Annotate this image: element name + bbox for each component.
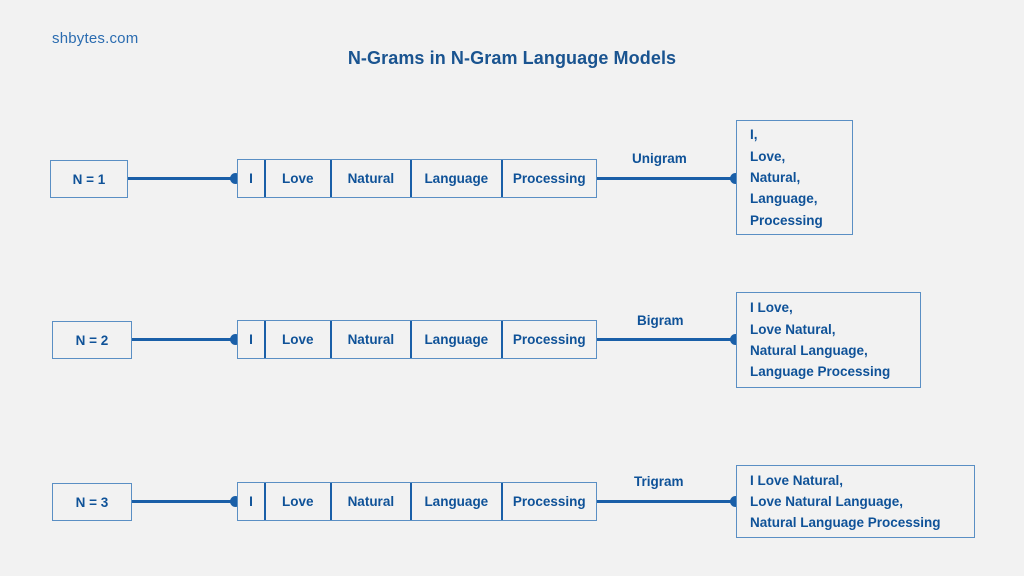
connector-n-to-words-row1 <box>128 177 236 180</box>
result-line: Language Processing <box>750 364 891 380</box>
result-line: Natural Language, <box>750 343 868 358</box>
result-box-trigram: I Love Natural, Love Natural Language, N… <box>736 465 975 538</box>
connector-words-to-result-row1 <box>597 177 740 180</box>
gram-type-label-trigram: Trigram <box>634 474 684 489</box>
word-cell: Processing <box>512 171 586 186</box>
result-line: Processing <box>750 212 823 228</box>
word-cell: Love <box>266 483 332 520</box>
result-line: Language, <box>750 191 818 207</box>
result-line: Natural Language Processing <box>750 515 941 531</box>
connector-n-to-words-row2 <box>132 338 236 341</box>
word-cell: Love <box>266 160 332 197</box>
result-line: Natural, <box>750 169 801 185</box>
gram-type-label-bigram: Bigram <box>637 313 684 328</box>
n-value-box-row2: N = 2 <box>52 321 132 359</box>
word-cell: I <box>238 160 266 197</box>
result-line: I Love Natural, <box>750 472 844 488</box>
connector-n-to-words-row3 <box>132 500 236 503</box>
n-value-label-row2: N = 2 <box>75 332 109 348</box>
result-line: I, <box>750 127 758 143</box>
n-value-label-row1: N = 1 <box>72 171 106 187</box>
result-box-unigram: I, Love, Natural, Language, Processing <box>736 120 853 235</box>
word-cell: Natural <box>332 483 413 520</box>
word-cell: Processing <box>512 332 586 347</box>
connector-words-to-result-row2 <box>597 338 740 341</box>
sentence-word-row-3: I Love Natural Language Processing <box>237 482 597 521</box>
n-value-box-row1: N = 1 <box>50 160 128 198</box>
word-cell: Language <box>412 160 503 197</box>
word-cell: Natural <box>332 160 413 197</box>
gram-type-label-unigram: Unigram <box>632 151 687 166</box>
result-line: Love, <box>750 148 786 164</box>
n-value-label-row3: N = 3 <box>75 494 109 510</box>
word-cell: Language <box>412 321 503 358</box>
result-line: Love Natural Language, <box>750 493 904 509</box>
connector-words-to-result-row3 <box>597 500 740 503</box>
result-box-bigram: I Love, Love Natural, Natural Language, … <box>736 292 921 388</box>
page-title: N-Grams in N-Gram Language Models <box>347 48 677 68</box>
result-line: I Love, <box>750 300 793 316</box>
word-cell: Processing <box>512 494 586 509</box>
sentence-word-row-1: I Love Natural Language Processing <box>237 159 597 198</box>
watermark-shbytes: shbytes.com <box>52 30 139 47</box>
result-line: Love Natural, <box>750 321 836 337</box>
word-cell: I <box>238 321 266 358</box>
word-cell: I <box>238 483 266 520</box>
n-value-box-row3: N = 3 <box>52 483 132 521</box>
diagram-canvas: shbytes.com N-Grams in N-Gram Language M… <box>0 0 1024 576</box>
word-cell: Natural <box>332 321 413 358</box>
word-cell: Love <box>266 321 332 358</box>
sentence-word-row-2: I Love Natural Language Processing <box>237 320 597 359</box>
word-cell: Language <box>412 483 503 520</box>
